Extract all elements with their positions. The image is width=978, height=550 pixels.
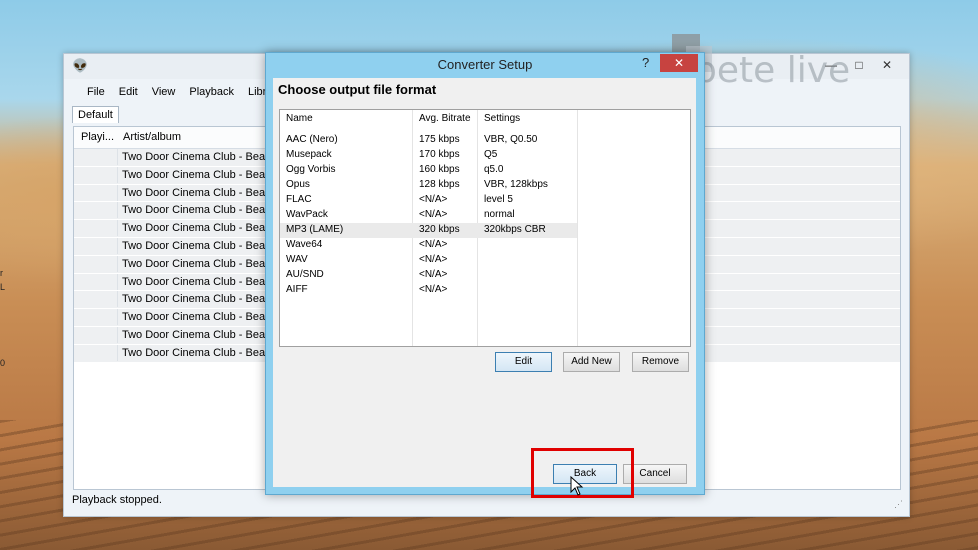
row-artist-album: Two Door Cinema Club - Beaco bbox=[122, 204, 277, 217]
menubar: File Edit View Playback Librar bbox=[80, 85, 283, 99]
format-name: WAV bbox=[286, 254, 308, 265]
resize-grip-icon[interactable]: ⋰ bbox=[894, 499, 903, 510]
menu-view[interactable]: View bbox=[145, 85, 183, 99]
list-item[interactable]: AIFF <N/A> bbox=[280, 283, 690, 298]
format-name: Ogg Vorbis bbox=[286, 164, 336, 175]
row-artist-album: Two Door Cinema Club - Beaco bbox=[122, 275, 277, 288]
list-item[interactable]: Musepack 170 kbps Q5 bbox=[280, 148, 690, 163]
list-item[interactable]: WAV <N/A> bbox=[280, 253, 690, 268]
list-item[interactable]: FLAC <N/A> level 5 bbox=[280, 193, 690, 208]
desktop-icon[interactable]: r bbox=[0, 268, 8, 278]
menu-playback[interactable]: Playback bbox=[182, 85, 241, 99]
tab-default[interactable]: Default bbox=[72, 106, 119, 123]
row-artist-album: Two Door Cinema Club - Beaco bbox=[122, 257, 277, 270]
format-settings: q5.0 bbox=[484, 164, 504, 175]
list-item[interactable]: Wave64 <N/A> bbox=[280, 238, 690, 253]
format-settings: Q5 bbox=[484, 149, 498, 160]
status-bar: Playback stopped. bbox=[72, 494, 162, 506]
watermark-logo: pete live bbox=[672, 34, 902, 104]
list-item[interactable]: Ogg Vorbis 160 kbps q5.0 bbox=[280, 163, 690, 178]
converter-setup-dialog: Converter Setup ? ✕ Choose output file f… bbox=[265, 52, 705, 495]
format-name: Opus bbox=[286, 179, 310, 190]
row-artist-album: Two Door Cinema Club - Beaco bbox=[122, 293, 277, 306]
row-artist-album: Two Door Cinema Club - Beaco bbox=[122, 328, 277, 341]
format-bitrate: <N/A> bbox=[419, 284, 448, 295]
format-bitrate: <N/A> bbox=[419, 254, 448, 265]
format-bitrate: 170 kbps bbox=[419, 149, 460, 160]
remove-button[interactable]: Remove bbox=[632, 352, 689, 372]
list-item[interactable]: Opus 128 kbps VBR, 128kbps bbox=[280, 178, 690, 193]
format-settings: VBR, 128kbps bbox=[484, 179, 548, 190]
format-name: FLAC bbox=[286, 194, 312, 205]
format-bitrate: 160 kbps bbox=[419, 164, 460, 175]
help-button[interactable]: ? bbox=[642, 55, 649, 70]
format-list[interactable]: Name Avg. Bitrate Settings AAC (Nero) 175… bbox=[279, 109, 691, 347]
column-artist-album[interactable]: Artist/album bbox=[123, 131, 181, 143]
list-item[interactable]: AU/SND <N/A> bbox=[280, 268, 690, 283]
format-bitrate: 128 kbps bbox=[419, 179, 460, 190]
edit-button[interactable]: Edit bbox=[495, 352, 552, 372]
list-item[interactable]: WavPack <N/A> normal bbox=[280, 208, 690, 223]
dialog-heading: Choose output file format bbox=[278, 82, 437, 97]
desktop-icon[interactable]: L bbox=[0, 282, 8, 292]
format-rows: AAC (Nero) 175 kbps VBR, Q0.50 Musepack 170… bbox=[280, 133, 690, 298]
mouse-cursor-icon bbox=[570, 476, 584, 496]
playlist-tabs: Default bbox=[72, 106, 119, 123]
desktop-icon[interactable]: 0 bbox=[0, 358, 8, 368]
menu-file[interactable]: File bbox=[80, 85, 112, 99]
format-name: AU/SND bbox=[286, 269, 324, 280]
alien-app-icon: 👽 bbox=[72, 58, 89, 73]
row-artist-album: Two Door Cinema Club - Beaco bbox=[122, 168, 277, 181]
list-item[interactable]: AAC (Nero) 175 kbps VBR, Q0.50 bbox=[280, 133, 690, 148]
row-artist-album: Two Door Cinema Club - Beaco bbox=[122, 151, 277, 163]
format-bitrate: <N/A> bbox=[419, 269, 448, 280]
format-name: Wave64 bbox=[286, 239, 323, 250]
format-settings: 320kbps CBR bbox=[484, 224, 546, 235]
format-settings: level 5 bbox=[484, 194, 513, 205]
list-item-selected[interactable]: MP3 (LAME) 320 kbps 320kbps CBR bbox=[280, 223, 577, 238]
add-new-button[interactable]: Add New bbox=[563, 352, 620, 372]
format-name: AAC (Nero) bbox=[286, 134, 338, 145]
row-artist-album: Two Door Cinema Club - Beaco bbox=[122, 239, 277, 252]
dialog-body: Choose output file format Name Avg. Bitr… bbox=[273, 78, 696, 487]
row-artist-album: Two Door Cinema Club - Beaco bbox=[122, 311, 277, 324]
dialog-title: Converter Setup bbox=[437, 57, 533, 72]
format-name: MP3 (LAME) bbox=[286, 224, 344, 235]
column-playing[interactable]: Playi... bbox=[81, 131, 114, 143]
format-bitrate: <N/A> bbox=[419, 239, 448, 250]
format-name: WavPack bbox=[286, 209, 328, 220]
format-bitrate: 320 kbps bbox=[419, 224, 460, 235]
column-settings[interactable]: Settings bbox=[484, 113, 520, 124]
column-avg-bitrate[interactable]: Avg. Bitrate bbox=[419, 113, 471, 124]
dialog-close-button[interactable]: ✕ bbox=[660, 54, 698, 72]
watermark-text: pete live bbox=[694, 50, 851, 91]
menu-edit[interactable]: Edit bbox=[112, 85, 145, 99]
row-artist-album: Two Door Cinema Club - Beaco bbox=[122, 222, 277, 235]
format-settings: normal bbox=[484, 209, 515, 220]
row-artist-album: Two Door Cinema Club - Beaco bbox=[122, 186, 277, 199]
format-bitrate: <N/A> bbox=[419, 209, 448, 220]
format-name: AIFF bbox=[286, 284, 308, 295]
format-settings: VBR, Q0.50 bbox=[484, 134, 538, 145]
format-bitrate: <N/A> bbox=[419, 194, 448, 205]
format-name: Musepack bbox=[286, 149, 332, 160]
row-artist-album: Two Door Cinema Club - Beaco bbox=[122, 346, 277, 359]
column-name[interactable]: Name bbox=[286, 113, 313, 124]
format-bitrate: 175 kbps bbox=[419, 134, 460, 145]
